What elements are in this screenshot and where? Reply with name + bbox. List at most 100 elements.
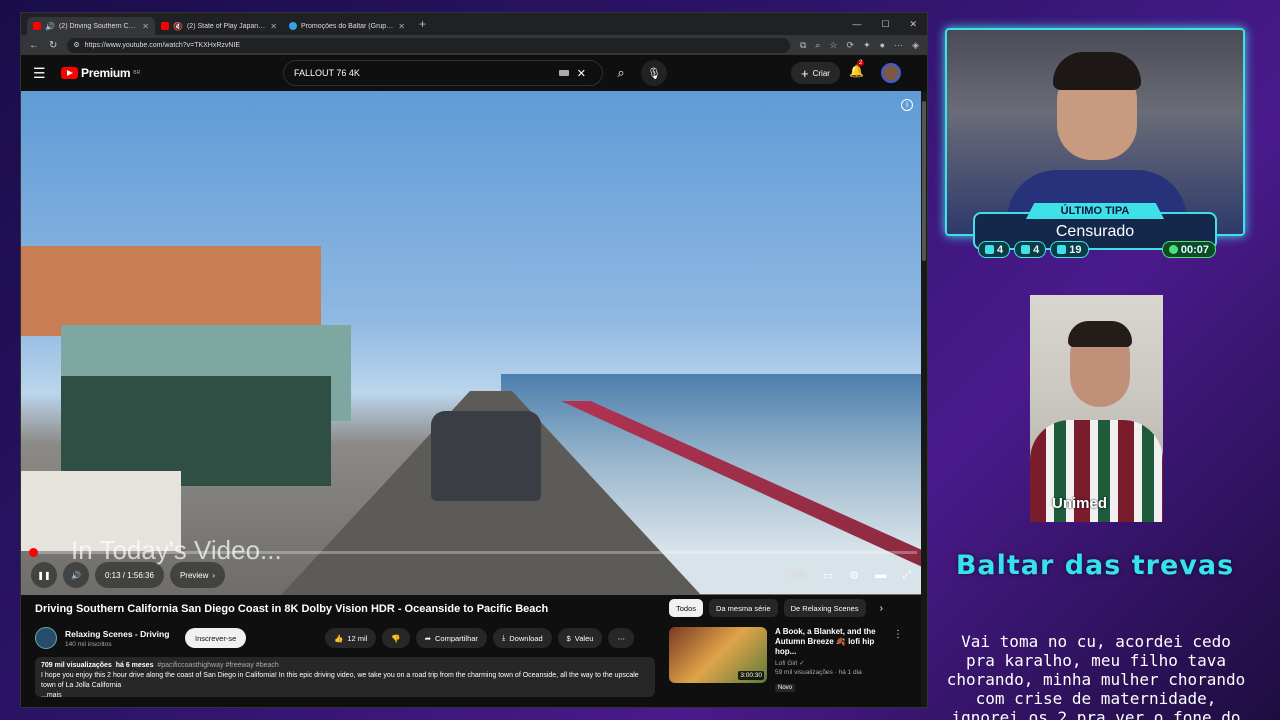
video-info-area: Driving Southern California San Diego Co… <box>21 595 927 699</box>
site-info-icon[interactable]: ⚙ <box>73 41 79 49</box>
close-tab-icon[interactable]: ✕ <box>142 22 149 31</box>
youtube-logo[interactable]: Premium BR <box>61 66 140 80</box>
favorite-icon[interactable]: ☆ <box>829 40 837 51</box>
subtitles-icon[interactable]: ▭ <box>823 569 833 582</box>
recommended-channel[interactable]: Lofi Girl ✓ <box>775 659 885 667</box>
chip-same-series[interactable]: Da mesma série <box>709 599 778 617</box>
extension-icon[interactable]: ✦ <box>863 40 871 51</box>
search-input[interactable]: FALLOUT 76 4K ✕ <box>283 60 603 86</box>
zoom-icon[interactable]: ⌕ <box>815 40 820 51</box>
more-menu-icon[interactable]: ⋯ <box>894 40 903 51</box>
shirt-sponsor-text: Unimed <box>1052 495 1108 512</box>
notifications-button[interactable]: 🔔 2 <box>849 60 865 78</box>
download-button[interactable]: ⤓ Download <box>492 628 552 648</box>
hamburger-menu-icon[interactable]: ☰ <box>33 65 53 82</box>
voice-search-button[interactable]: 🎙 <box>641 60 667 86</box>
video-frame-house <box>21 246 321 336</box>
refresh-icon[interactable]: ⟳ <box>847 40 855 51</box>
download-label: Download <box>509 633 543 643</box>
donor-photo: Unimed <box>1030 295 1163 522</box>
recommendation-chips: Todos Da mesma série De Relaxing Scenes … <box>669 599 883 617</box>
time-display: 0:13 / 1:56:36 <box>95 562 164 588</box>
speaker-icon[interactable]: 🔊 <box>45 22 55 31</box>
recommended-title[interactable]: A Book, a Blanket, and the Autumn Breeze… <box>775 627 885 657</box>
new-tab-button[interactable]: + <box>411 17 434 31</box>
plus-icon: + <box>801 65 809 81</box>
profile-icon[interactable]: ● <box>880 40 885 51</box>
info-icon[interactable]: i <box>901 99 913 111</box>
mute-icon[interactable]: 🔇 <box>173 22 183 31</box>
copilot-icon[interactable]: ◈ <box>912 40 919 51</box>
channel-avatar[interactable] <box>35 627 57 649</box>
thumbs-down-icon: 👎 <box>391 633 401 643</box>
progress-scrubber[interactable] <box>28 548 38 557</box>
close-tab-icon[interactable]: ✕ <box>398 22 405 31</box>
keyboard-icon[interactable] <box>558 70 569 76</box>
preview-button[interactable]: Preview › <box>169 562 226 588</box>
browser-tab-1[interactable]: 🔊 (2) Driving Southern Californ ✕ <box>27 17 155 35</box>
pause-icon: ❚❚ <box>37 570 51 580</box>
create-button[interactable]: + Criar <box>791 62 840 84</box>
install-app-icon[interactable]: ⧉ <box>800 40 806 51</box>
show-more-link[interactable]: ...mais <box>41 691 649 701</box>
stat-youtube: 4 <box>1014 241 1047 258</box>
chevron-right-icon[interactable]: › <box>880 603 883 614</box>
toolbar-icons: ⧉ ⌕ ☆ ⟳ ✦ ● ⋯ ◈ <box>800 40 919 51</box>
theater-mode-icon[interactable]: ▬ <box>875 569 886 581</box>
clear-search-icon[interactable]: ✕ <box>577 67 586 80</box>
video-frame-fence <box>61 376 331 486</box>
like-button[interactable]: 👍 12 mil <box>325 628 377 648</box>
view-count: 709 mil visualizações <box>41 662 112 669</box>
tab-bar: 🔊 (2) Driving Southern Californ ✕ 🔇 (2) … <box>21 13 927 35</box>
back-icon[interactable]: ← <box>29 40 39 51</box>
channel-name[interactable]: Relaxing Scenes - Driving <box>65 629 169 639</box>
mic-icon: 🎙 <box>647 67 661 80</box>
minimize-button[interactable]: — <box>852 19 861 30</box>
search-button[interactable]: ⌕ <box>605 60 637 86</box>
progress-bar[interactable] <box>28 548 917 557</box>
video-actions: 👍 12 mil 👎 ➦ Compartilhar ⤓ Download $ V… <box>325 628 634 648</box>
stat-value: 4 <box>1033 243 1040 256</box>
more-vert-icon[interactable]: ⋮ <box>893 629 903 694</box>
hashtags[interactable]: #pacificcoasthighway #freeway #beach <box>157 662 278 669</box>
chip-all[interactable]: Todos <box>669 599 704 617</box>
url-field[interactable]: ⚙ https://www.youtube.com/watch?v=TKXHxR… <box>67 37 790 53</box>
share-label: Compartilhar <box>435 633 478 643</box>
fullscreen-icon[interactable]: ⤢ <box>902 569 911 582</box>
description-box[interactable]: 709 mil visualizações há 6 meses #pacifi… <box>35 657 655 699</box>
thanks-icon: $ <box>566 633 571 643</box>
video-player[interactable]: i In Today's Video... ❚❚ 🔊 0:13 / 1:56:3… <box>21 91 927 595</box>
webcam-person-hair <box>1053 52 1141 90</box>
recommended-thumbnail[interactable]: 3:00:30 <box>669 627 767 683</box>
browser-tab-3[interactable]: Promoções do Baltar (Grupo de o ✕ <box>283 17 411 35</box>
stat-coins: 19 <box>1050 241 1089 258</box>
volume-button[interactable]: 🔊 <box>63 562 89 588</box>
clock-icon <box>1168 245 1178 254</box>
chip-from-channel[interactable]: De Relaxing Scenes <box>783 599 866 617</box>
reload-icon[interactable]: ↻ <box>49 40 57 51</box>
player-right-controls: ▭ ⚙ ▬ ⤢ <box>790 569 917 582</box>
more-actions-button[interactable]: ⋯ <box>608 628 634 648</box>
video-title: Driving Southern California San Diego Co… <box>35 603 549 615</box>
subscribe-button[interactable]: Inscrever-se <box>185 628 247 648</box>
thanks-button[interactable]: $ Valeu <box>557 628 603 648</box>
scroll-thumb[interactable] <box>922 101 926 261</box>
tab-title: (2) State of Play Japan | Nov <box>186 22 266 30</box>
account-avatar[interactable] <box>881 63 901 83</box>
autoplay-toggle[interactable] <box>790 571 807 579</box>
donor-name: Baltar das trevas <box>955 550 1235 581</box>
address-bar-row: ← ↻ ⚙ https://www.youtube.com/watch?v=TK… <box>21 35 927 55</box>
page-scrollbar[interactable] <box>921 91 927 707</box>
maximize-button[interactable]: ☐ <box>881 19 889 30</box>
search-query: FALLOUT 76 4K <box>294 68 360 78</box>
share-button[interactable]: ➦ Compartilhar <box>415 628 487 648</box>
pause-button[interactable]: ❚❚ <box>31 562 57 588</box>
description-text: I hope you enjoy this 2 hour drive along… <box>41 672 639 689</box>
recommended-video[interactable]: 3:00:30 A Book, a Blanket, and the Autum… <box>669 627 903 694</box>
dislike-button[interactable]: 👎 <box>382 628 410 648</box>
settings-gear-icon[interactable]: ⚙ <box>849 569 859 582</box>
donor-hair <box>1068 321 1132 347</box>
close-window-button[interactable]: ✕ <box>909 19 917 30</box>
close-tab-icon[interactable]: ✕ <box>270 22 277 31</box>
browser-tab-2[interactable]: 🔇 (2) State of Play Japan | Nov ✕ <box>155 17 283 35</box>
